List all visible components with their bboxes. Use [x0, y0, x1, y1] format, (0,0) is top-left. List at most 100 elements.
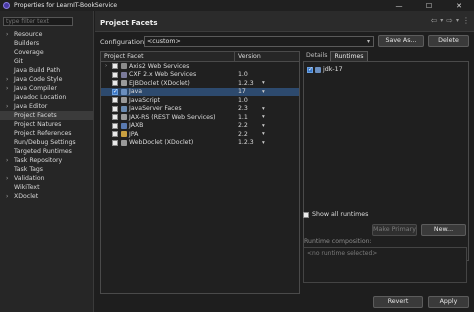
sidebar-item[interactable]: Project Facets	[0, 111, 94, 120]
version-dropdown-icon[interactable]: ▾	[262, 80, 265, 86]
facet-name: JavaServer Faces	[129, 105, 182, 113]
window-title: Properties for LearnIT-BookService	[14, 2, 118, 9]
chevron-right-icon[interactable]: ›	[6, 174, 8, 183]
configuration-value: <custom>	[147, 38, 181, 45]
facet-icon	[121, 80, 127, 86]
chevron-right-icon[interactable]: ›	[6, 156, 8, 165]
facet-name: JavaScript	[129, 96, 161, 104]
back-arrow-icon[interactable]: ⇦	[431, 16, 438, 25]
back-menu-icon[interactable]: ▾	[440, 17, 443, 25]
facet-checkbox[interactable]	[112, 114, 118, 120]
facet-checkbox[interactable]	[112, 139, 118, 146]
forward-menu-icon[interactable]: ▾	[456, 17, 459, 25]
facet-icon	[121, 122, 127, 129]
chevron-right-icon[interactable]: ›	[6, 84, 8, 93]
facet-row[interactable]: WebDoclet (XDoclet) 1.2.3 ▾	[101, 139, 299, 148]
version-dropdown-icon[interactable]: ▾	[262, 131, 265, 137]
maximize-button[interactable]: ☐	[414, 0, 444, 11]
facet-icon	[121, 139, 127, 146]
configuration-select[interactable]: <custom> ▾	[144, 36, 374, 47]
sidebar-item[interactable]: Project Natures	[0, 120, 94, 129]
forward-arrow-icon[interactable]: ⇨	[446, 16, 453, 25]
sidebar-item[interactable]: › Java Editor	[0, 102, 94, 111]
facet-checkbox[interactable]	[112, 97, 118, 103]
facet-row[interactable]: JavaScript 1.0	[101, 96, 299, 105]
chevron-right-icon[interactable]: ›	[105, 63, 107, 69]
chevron-right-icon[interactable]: ›	[6, 102, 8, 111]
runtime-checkbox[interactable]	[307, 66, 313, 73]
runtime-composition-label: Runtime composition:	[304, 238, 372, 245]
jdk-icon	[315, 66, 321, 73]
facet-checkbox[interactable]	[112, 88, 118, 95]
sidebar-item-label: Java Build Path	[14, 67, 61, 74]
new-runtime-button[interactable]: New...	[421, 224, 466, 236]
facet-checkbox[interactable]	[112, 71, 118, 78]
sidebar-item-label: Task Tags	[14, 166, 44, 173]
runtime-item[interactable]: jdk-17	[307, 65, 343, 74]
facet-checkbox[interactable]	[112, 80, 118, 86]
version-dropdown-icon[interactable]: ▾	[262, 140, 265, 146]
sidebar-item[interactable]: Builders	[0, 39, 94, 48]
facet-checkbox[interactable]	[112, 105, 118, 112]
sidebar-item-label: Project Facets	[14, 112, 57, 119]
sidebar-item-label: WikiText	[14, 184, 40, 191]
chevron-right-icon[interactable]: ›	[6, 75, 8, 84]
tab-details[interactable]: Details	[303, 51, 330, 61]
delete-button[interactable]: Delete	[428, 35, 469, 47]
sidebar-item[interactable]: › XDoclet	[0, 192, 94, 201]
chevron-right-icon[interactable]: ›	[6, 30, 8, 39]
page-title: Project Facets	[100, 18, 158, 27]
close-button[interactable]: ✕	[444, 0, 474, 11]
sidebar-item-label: Run/Debug Settings	[14, 139, 76, 146]
version-dropdown-icon[interactable]: ▾	[262, 114, 265, 120]
sidebar-item[interactable]: › Java Compiler	[0, 84, 94, 93]
revert-button[interactable]: Revert	[373, 296, 423, 308]
facet-icon	[121, 63, 127, 69]
version-dropdown-icon[interactable]: ▾	[262, 106, 265, 112]
facet-row[interactable]: CXF 2.x Web Services 1.0	[101, 71, 299, 80]
title-bar: Properties for LearnIT-BookService — ☐ ✕	[0, 0, 474, 11]
facet-row[interactable]: JAXB 2.2 ▾	[101, 122, 299, 131]
version-dropdown-icon[interactable]: ▾	[262, 89, 265, 95]
column-header-version[interactable]: Version	[235, 52, 261, 61]
facet-checkbox[interactable]	[112, 131, 118, 137]
sidebar-item[interactable]: Git	[0, 57, 94, 66]
sidebar-item[interactable]: Coverage	[0, 48, 94, 57]
configuration-label: Configuration:	[100, 37, 147, 46]
apply-button[interactable]: Apply	[428, 296, 469, 308]
filter-input[interactable]	[3, 17, 73, 26]
sidebar-item[interactable]: Java Build Path	[0, 66, 94, 75]
save-as-button[interactable]: Save As...	[378, 35, 424, 47]
facet-row[interactable]: › Axis2 Web Services	[101, 62, 299, 71]
facet-row[interactable]: JPA 2.2 ▾	[101, 130, 299, 139]
facet-icon	[121, 88, 127, 95]
facet-row[interactable]: EJBDoclet (XDoclet) 1.2.3 ▾	[101, 79, 299, 88]
sidebar-item[interactable]: Targeted Runtimes	[0, 147, 94, 156]
sidebar-item[interactable]: Javadoc Location	[0, 93, 94, 102]
property-tree: › Resource Builders Coverage Git Java Build P…	[0, 30, 94, 201]
facet-row[interactable]: Java 17 ▾	[101, 87, 299, 96]
make-primary-button[interactable]: Make Primary	[372, 224, 417, 236]
show-all-runtimes[interactable]: Show all runtimes	[303, 211, 368, 218]
sidebar-item[interactable]: Run/Debug Settings	[0, 138, 94, 147]
sidebar-item[interactable]: › Java Code Style	[0, 75, 94, 84]
facet-checkbox[interactable]	[112, 63, 118, 69]
facet-row[interactable]: JavaServer Faces 2.3 ▾	[101, 105, 299, 114]
sidebar-item[interactable]: › Validation	[0, 174, 94, 183]
more-icon[interactable]: ⋮	[462, 16, 470, 25]
facet-checkbox[interactable]	[112, 122, 118, 129]
sidebar-item[interactable]: Task Tags	[0, 165, 94, 174]
tab-runtimes[interactable]: Runtimes	[330, 51, 368, 61]
show-all-runtimes-checkbox[interactable]	[303, 211, 309, 218]
sidebar-item[interactable]: WikiText	[0, 183, 94, 192]
sidebar-item[interactable]: › Task Repository	[0, 156, 94, 165]
chevron-right-icon[interactable]: ›	[6, 192, 8, 201]
facet-row[interactable]: JAX-RS (REST Web Services) 1.1 ▾	[101, 113, 299, 122]
sidebar-item[interactable]: Project References	[0, 129, 94, 138]
chevron-down-icon: ▾	[366, 38, 370, 45]
sidebar: › Resource Builders Coverage Git Java Build P…	[0, 11, 94, 312]
version-dropdown-icon[interactable]: ▾	[262, 123, 265, 129]
column-header-facet[interactable]: Project Facet	[101, 52, 235, 61]
sidebar-item[interactable]: › Resource	[0, 30, 94, 39]
minimize-button[interactable]: —	[384, 0, 414, 11]
